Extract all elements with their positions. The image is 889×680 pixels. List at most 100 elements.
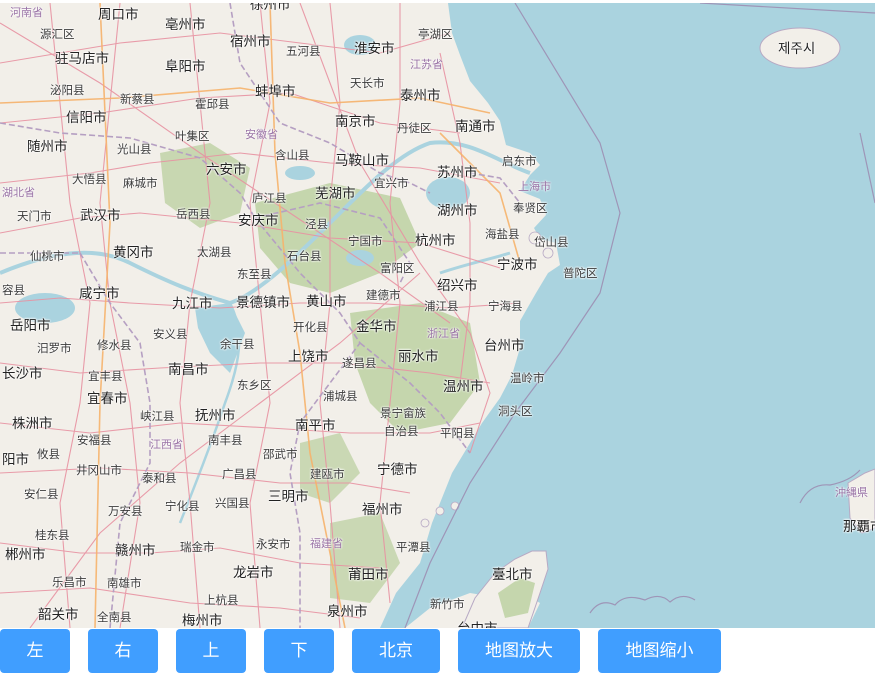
place-label-wenzhou: 温州市 (443, 379, 484, 395)
place-label-xianning: 咸宁市 (79, 286, 120, 302)
place-label-chenzhou: 郴州市 (5, 547, 46, 563)
place-label-jiujiang: 九江市 (172, 296, 213, 312)
zoom-out-button[interactable]: 地图缩小 (598, 629, 721, 673)
place-label-meizhou: 梅州市 (182, 613, 223, 628)
place-label-yixing: 宜兴市 (374, 176, 409, 190)
beijing-button[interactable]: 北京 (352, 629, 440, 673)
place-label-tianmen: 天门市 (17, 209, 52, 223)
place-label-kaihua: 开化县 (293, 320, 328, 334)
place-label-dongzhi: 东至县 (237, 267, 272, 281)
map-view[interactable]: 河南省 周口市 亳州市 徐州市 亭湖区 제주시 源汇区 宿州市 五河县 淮安市 驻马店市 阜阳市 江苏省… (0, 3, 875, 628)
place-label-taipei: 臺北市 (492, 567, 533, 583)
place-label-yichun: 宜春市 (87, 391, 128, 407)
place-label-longyan: 龙岩市 (233, 565, 274, 581)
place-label-huzhou: 湖州市 (437, 203, 478, 219)
place-label-shaoguan: 韶关市 (38, 607, 79, 623)
place-label-huangshan: 黄山市 (306, 294, 347, 310)
pan-up-button[interactable]: 上 (176, 629, 246, 673)
lake-chao (285, 166, 315, 180)
place-label-yongan: 永安市 (256, 537, 291, 551)
sea-area (380, 3, 875, 628)
place-label-zhoukou: 周口市 (98, 7, 139, 23)
place-label-biyang: 泌阳县 (50, 83, 85, 97)
place-label-jiande: 建德市 (366, 288, 401, 302)
place-label-pingtan: 平潭县 (396, 540, 431, 554)
place-label-jiangsu: 江苏省 (410, 58, 443, 71)
place-label-huoqiu: 霍邱县 (195, 97, 230, 111)
place-label-okinawa: 沖縄県 (835, 486, 868, 499)
place-label-suzhou_ah: 宿州市 (230, 34, 271, 50)
place-label-wanan: 万安县 (108, 504, 143, 518)
place-label-ruijin: 瑞金市 (180, 540, 215, 554)
place-label-fuzhou_fj: 福州市 (362, 502, 403, 518)
place-label-quanzhou: 泉州市 (327, 604, 368, 620)
place-label-anyi: 安义县 (153, 327, 188, 341)
place-label-zhumadian: 驻马店市 (55, 51, 109, 67)
pan-down-button[interactable]: 下 (264, 629, 334, 673)
place-label-shangrao: 上饶市 (288, 349, 329, 365)
place-label-fujian: 福建省 (310, 537, 343, 550)
place-label-yuanhui: 源汇区 (40, 27, 75, 41)
place-label-xuzhou: 徐州市 (250, 3, 291, 13)
place-label-huaian: 淮安市 (354, 41, 395, 57)
place-label-bengbu: 蚌埠市 (255, 84, 296, 100)
hills-fujian (330, 513, 400, 603)
place-label-taizhou_zj: 台州市 (484, 338, 525, 354)
place-label-liuan: 六安市 (206, 162, 247, 178)
place-label-nanfeng: 南丰县 (208, 433, 243, 447)
place-label-jeju: 제주시 (778, 41, 816, 57)
place-label-wuhe: 五河县 (286, 44, 321, 58)
place-label-guidong: 桂东县 (35, 528, 70, 542)
place-label-guangchang: 广昌县 (222, 467, 257, 481)
place-label-jianou: 建瓯市 (310, 467, 345, 481)
place-label-fuyang_zj: 富阳区 (380, 261, 415, 275)
place-label-nantong: 南通市 (455, 119, 496, 135)
place-label-nanchang: 南昌市 (168, 362, 209, 378)
place-label-zhejiang: 浙江省 (427, 327, 460, 340)
place-label-ninghua: 宁化县 (165, 499, 200, 513)
place-label-quannan: 全南县 (97, 610, 132, 624)
zoom-in-button[interactable]: 地图放大 (458, 629, 580, 673)
place-label-henan: 河南省 (10, 6, 43, 19)
pan-left-button[interactable]: 左 (0, 629, 70, 673)
map-controls: 左 右 上 下 北京 地图放大 地图缩小 (0, 628, 889, 674)
place-label-nanjing: 南京市 (335, 114, 376, 130)
place-label-jingdezhen: 景德镇市 (236, 295, 290, 311)
place-label-suichang: 遂昌县 (342, 356, 377, 370)
place-label-ninghai: 宁海县 (488, 299, 523, 313)
place-label-yueyang: 岳阳市 (10, 318, 51, 334)
place-label-taihe: 泰和县 (142, 471, 177, 485)
place-label-shaoxing: 绍兴市 (437, 278, 478, 294)
place-label-wuhan: 武汉市 (80, 208, 121, 224)
place-label-huanggang: 黄冈市 (113, 245, 154, 261)
place-label-jiangxi: 江西省 (150, 438, 183, 451)
place-label-fengxian: 奉贤区 (513, 201, 548, 215)
place-label-anren: 安仁县 (24, 487, 59, 501)
place-label-hanshan: 含山县 (275, 148, 310, 162)
place-label-shanghai: 上海市 (518, 180, 551, 193)
place-label-anhui: 安徽省 (245, 128, 278, 141)
place-label-maanshan: 马鞍山市 (335, 153, 389, 169)
place-label-xincai: 新蔡县 (120, 92, 155, 106)
place-label-lechang: 乐昌市 (52, 575, 87, 589)
place-label-youxian: 攸县 (37, 447, 60, 461)
place-label-pujiang: 浦江县 (424, 299, 459, 313)
place-label-wuhu: 芜湖市 (315, 186, 356, 202)
place-label-tianchang: 天长市 (350, 76, 385, 90)
place-label-xingguo: 兴国县 (215, 496, 250, 510)
place-label-xinzhu: 新竹市 (430, 597, 465, 611)
place-label-dongxiang: 东乡区 (237, 378, 272, 392)
place-label-lujiang: 庐江县 (252, 191, 287, 205)
place-label-shanghang: 上杭县 (204, 593, 239, 607)
place-label-haiyan: 海盐县 (485, 227, 520, 241)
pan-right-button[interactable]: 右 (88, 629, 158, 673)
place-label-miluo: 汨罗市 (37, 341, 72, 355)
place-label-daishan: 岱山县 (534, 235, 569, 249)
place-label-lishui: 丽水市 (398, 349, 439, 365)
place-label-fuyang: 阜阳市 (165, 59, 206, 75)
place-label-nanping: 南平市 (295, 418, 336, 434)
place-label-jinhua: 金华市 (356, 319, 397, 335)
place-label-ningde: 宁德市 (377, 462, 418, 478)
place-label-ningguo: 宁国市 (348, 234, 383, 248)
place-label-xiantao: 仙桃市 (30, 249, 65, 263)
